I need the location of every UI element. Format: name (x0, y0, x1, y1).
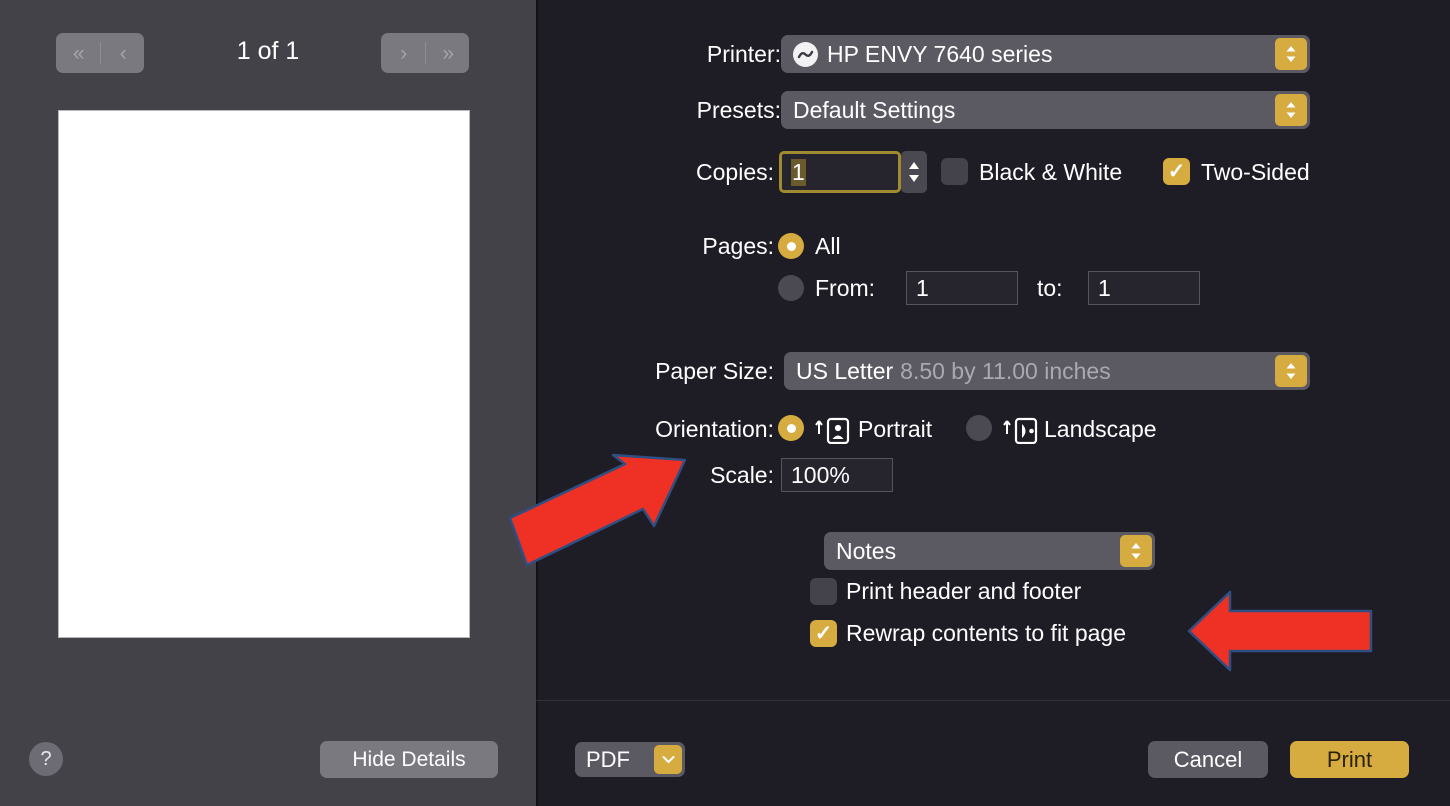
app-options-stepper-arrows[interactable] (1120, 535, 1152, 567)
pages-to-label: to: (1037, 275, 1063, 301)
paper-size-value: US Letter (796, 357, 894, 384)
print-header-footer-label: Print header and footer (846, 578, 1082, 604)
preview-page-thumbnail[interactable] (58, 110, 470, 638)
copies-input[interactable]: 1 (779, 151, 901, 193)
print-preview-panel: « ‹ 1 of 1 › » ? Hide Details (0, 0, 536, 806)
app-options-value: Notes (836, 537, 897, 564)
pages-from-input[interactable]: 1 (906, 271, 1018, 305)
hide-details-button[interactable]: Hide Details (320, 741, 498, 778)
pages-from-label: From: (815, 275, 876, 301)
presets-value: Default Settings (793, 96, 956, 123)
orientation-landscape-radio[interactable] (966, 415, 992, 441)
printer-value: HP ENVY 7640 series (827, 40, 1053, 67)
chevron-down-icon[interactable] (654, 745, 682, 774)
two-sided-checkbox[interactable]: ✓ (1163, 158, 1190, 185)
cancel-button[interactable]: Cancel (1148, 741, 1268, 778)
presets-stepper-arrows[interactable] (1275, 94, 1307, 126)
pages-from-value: 1 (916, 274, 929, 301)
print-header-footer-checkbox[interactable] (810, 578, 837, 605)
rewrap-contents-label: Rewrap contents to fit page (846, 620, 1126, 646)
black-and-white-label: Black & White (979, 159, 1123, 185)
copies-value: 1 (791, 158, 806, 186)
rewrap-contents-checkbox[interactable]: ✓ (810, 620, 837, 647)
paper-size-dimensions: 8.50 by 11.00 inches (900, 357, 1111, 384)
printer-select[interactable]: HP ENVY 7640 series (781, 35, 1310, 73)
pages-all-label: All (815, 233, 841, 259)
pdf-label: PDF (586, 746, 630, 772)
paper-size-stepper-arrows[interactable] (1275, 355, 1307, 387)
presets-label: Presets: (696, 97, 781, 123)
checkmark-icon: ✓ (1167, 160, 1186, 183)
bottom-bar-separator (536, 700, 1450, 701)
pages-to-value: 1 (1098, 274, 1111, 301)
print-button[interactable]: Print (1290, 741, 1409, 778)
orientation-label: Orientation: (655, 416, 774, 442)
checkmark-icon: ✓ (814, 622, 833, 645)
scale-label: Scale: (710, 462, 774, 488)
page-navigation-row: « ‹ 1 of 1 › » (0, 33, 536, 75)
printer-stepper-arrows[interactable] (1275, 38, 1307, 70)
two-sided-label: Two-Sided (1201, 159, 1310, 185)
presets-select[interactable]: Default Settings (781, 91, 1310, 129)
scale-input[interactable]: 100% (781, 458, 893, 492)
app-options-select[interactable]: Notes (824, 532, 1155, 570)
pages-all-radio[interactable] (778, 233, 804, 259)
pages-label: Pages: (702, 233, 774, 259)
page-portrait-icon (813, 414, 855, 444)
orientation-landscape-label: Landscape (1044, 416, 1157, 442)
paper-size-select[interactable]: US Letter 8.50 by 11.00 inches (784, 352, 1310, 390)
pages-to-input[interactable]: 1 (1088, 271, 1200, 305)
orientation-portrait-label: Portrait (858, 416, 933, 442)
page-landscape-icon (1001, 414, 1047, 444)
page-nav-forward-group[interactable]: › » (381, 33, 469, 73)
print-dialog: « ‹ 1 of 1 › » ? Hide Details Printer: H… (0, 0, 1450, 806)
pdf-button[interactable]: PDF (575, 742, 685, 777)
printer-label: Printer: (706, 41, 781, 67)
next-page-button[interactable]: › (381, 33, 425, 73)
copies-label: Copies: (696, 159, 774, 185)
orientation-portrait-radio[interactable] (778, 415, 804, 441)
help-button[interactable]: ? (29, 742, 63, 776)
black-and-white-checkbox[interactable] (941, 158, 968, 185)
scale-value: 100% (791, 461, 850, 488)
paper-size-label: Paper Size: (655, 358, 774, 384)
print-options-panel: Printer: HP ENVY 7640 series Presets: De… (536, 0, 1450, 806)
pages-range-radio[interactable] (778, 275, 804, 301)
copies-stepper[interactable] (901, 151, 927, 193)
last-page-button[interactable]: » (426, 33, 470, 73)
printer-status-icon (793, 41, 818, 67)
